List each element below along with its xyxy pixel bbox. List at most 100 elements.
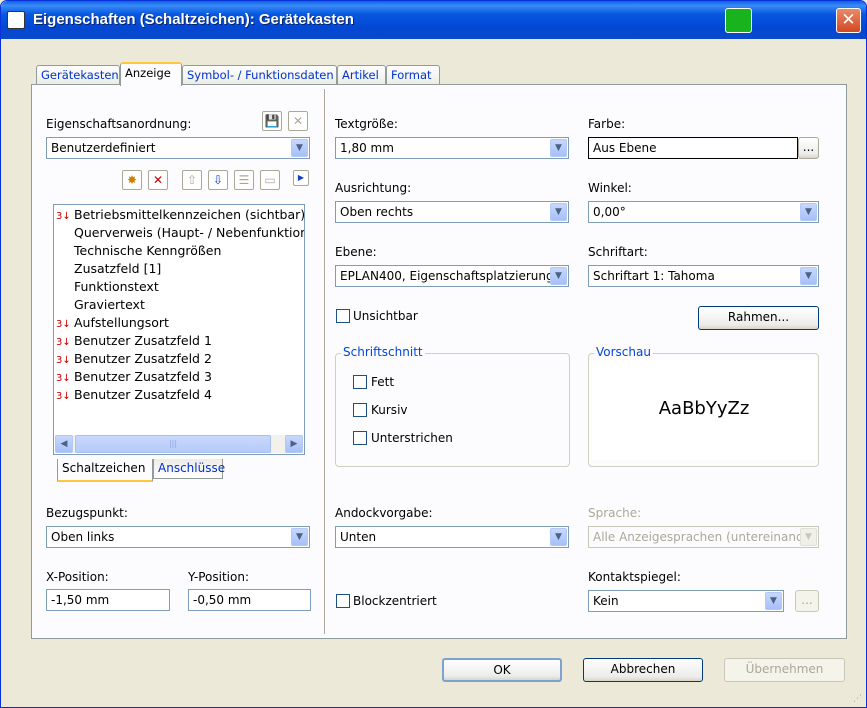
- panel-divider: [324, 89, 326, 634]
- reference-value: Oben links: [51, 530, 115, 544]
- color-field[interactable]: Aus Ebene: [588, 137, 798, 159]
- italic-checkbox[interactable]: [353, 403, 367, 417]
- angle-select[interactable]: 0,00° ▼: [588, 201, 819, 223]
- chevron-down-icon: ▼: [550, 528, 567, 546]
- tab-format[interactable]: Format: [386, 65, 440, 85]
- move-down-icon[interactable]: ⇩: [208, 170, 228, 190]
- language-select: Alle Anzeigesprachen (untereinande ▼: [588, 526, 819, 548]
- list-item[interactable]: Graviertext: [56, 297, 145, 315]
- scroll-thumb[interactable]: |||: [75, 435, 271, 453]
- horizontal-scrollbar[interactable]: ◀ ||| ▶: [55, 435, 303, 453]
- font-style-group-title: Schriftschnitt: [341, 345, 425, 359]
- textsize-select[interactable]: 1,80 mm ▼: [335, 137, 569, 159]
- language-value: Alle Anzeigesprachen (untereinande: [593, 530, 811, 544]
- scroll-left-icon[interactable]: ◀: [55, 435, 73, 453]
- tab-artikel[interactable]: Artikel: [337, 65, 386, 85]
- list-item[interactable]: Funktionstext: [56, 279, 159, 297]
- reference-label: Bezugspunkt:: [46, 506, 128, 520]
- sort-icon: 3↓: [56, 391, 71, 402]
- cancel-button[interactable]: Abbrechen: [583, 658, 703, 682]
- dock-select[interactable]: Unten ▼: [335, 526, 569, 548]
- list-item[interactable]: Zusatzfeld [1]: [56, 261, 161, 279]
- chevron-down-icon: ▼: [550, 267, 567, 285]
- y-position-input[interactable]: -0,50 mm: [188, 589, 311, 611]
- chevron-down-icon: ▼: [550, 139, 567, 157]
- contact-mirror-label: Kontaktspiegel:: [588, 570, 681, 584]
- sort-icon: 3↓: [56, 211, 71, 222]
- contact-mirror-value: Kein: [593, 594, 619, 608]
- contact-mirror-button: ...: [795, 590, 819, 612]
- angle-value: 0,00°: [593, 205, 626, 219]
- alignment-select[interactable]: Oben rechts ▼: [335, 201, 569, 223]
- arrangement-label: Eigenschaftsanordnung:: [46, 117, 192, 131]
- list-item-label: Benutzer Zusatzfeld 1: [74, 333, 212, 348]
- app-icon: [7, 11, 25, 29]
- window-title: Eigenschaften (Schaltzeichen): Gerätekas…: [33, 11, 354, 28]
- expand-arrow-icon[interactable]: ▶: [293, 170, 309, 186]
- indent-icon: ☰: [234, 170, 254, 190]
- layer-value: EPLAN400, Eigenschaftsplatzierung.E: [340, 269, 565, 283]
- preview-box: AaBbYyZz: [592, 360, 816, 460]
- color-label: Farbe:: [588, 117, 626, 131]
- font-select[interactable]: Schriftart 1: Tahoma ▼: [588, 265, 819, 287]
- chevron-down-icon: ▼: [550, 203, 567, 221]
- chevron-down-icon: ▼: [800, 267, 817, 285]
- list-item-label: Betriebsmittelkennzeichen (sichtbar): [74, 207, 305, 222]
- list-item-label: Benutzer Zusatzfeld 3: [74, 369, 212, 384]
- list-item-label: Benutzer Zusatzfeld 4: [74, 387, 212, 402]
- bold-checkbox[interactable]: [353, 375, 367, 389]
- scroll-right-icon[interactable]: ▶: [285, 435, 303, 453]
- chevron-down-icon: ▼: [800, 528, 817, 546]
- italic-label: Kursiv: [371, 403, 408, 417]
- ok-button[interactable]: OK: [442, 658, 562, 682]
- layer-select[interactable]: EPLAN400, Eigenschaftsplatzierung.E ▼: [335, 265, 569, 287]
- dock-value: Unten: [340, 530, 377, 544]
- delete-entry-icon[interactable]: ✕: [148, 170, 168, 190]
- print-icon[interactable]: [725, 8, 752, 33]
- property-list[interactable]: 3↓ Betriebsmittelkennzeichen (sichtbar) Qu…: [53, 204, 305, 455]
- resize-grip-icon[interactable]: ⋰: [853, 694, 862, 704]
- outdent-icon: ▭: [260, 170, 280, 190]
- alignment-value: Oben rechts: [340, 205, 414, 219]
- list-item[interactable]: 3↓ Benutzer Zusatzfeld 3: [56, 369, 212, 387]
- sort-icon: 3↓: [56, 373, 71, 384]
- list-item[interactable]: 3↓ Benutzer Zusatzfeld 2: [56, 351, 212, 369]
- x-position-input[interactable]: -1,50 mm: [46, 589, 170, 611]
- invisible-checkbox[interactable]: [336, 309, 350, 323]
- arrangement-value: Benutzerdefiniert: [51, 141, 156, 155]
- chevron-down-icon: ▼: [291, 139, 308, 157]
- arrangement-select[interactable]: Benutzerdefiniert ▼: [46, 137, 310, 159]
- tab-symbol-funktionsdaten[interactable]: Symbol- / Funktionsdaten: [182, 65, 337, 85]
- preview-text: AaBbYyZz: [658, 398, 750, 419]
- tab-anzeige[interactable]: Anzeige: [120, 62, 182, 86]
- list-item[interactable]: 3↓ Benutzer Zusatzfeld 4: [56, 387, 212, 405]
- color-picker-button[interactable]: ...: [798, 137, 819, 159]
- list-item[interactable]: 3↓ Aufstellungsort: [56, 315, 169, 333]
- list-item[interactable]: Querverweis (Haupt- / Nebenfunktion): [56, 225, 304, 243]
- underline-label: Unterstrichen: [371, 431, 453, 445]
- reference-select[interactable]: Oben links ▼: [46, 526, 310, 548]
- dock-label: Andockvorgabe:: [335, 506, 433, 520]
- delete-scheme-icon: ✕: [288, 111, 308, 131]
- new-entry-icon[interactable]: ✸: [122, 170, 142, 190]
- list-item-label: Aufstellungsort: [74, 315, 169, 330]
- blockcenter-checkbox[interactable]: [336, 594, 350, 608]
- close-button[interactable]: ✕: [836, 8, 861, 33]
- tab-anschluesse[interactable]: Anschlüsse: [153, 459, 225, 479]
- frame-button[interactable]: Rahmen...: [698, 306, 819, 330]
- contact-mirror-select[interactable]: Kein ▼: [588, 590, 784, 612]
- list-item[interactable]: 3↓ Betriebsmittelkennzeichen (sichtbar): [56, 207, 305, 225]
- list-item[interactable]: Technische Kenngrößen: [56, 243, 221, 261]
- sort-icon: 3↓: [56, 337, 71, 348]
- underline-checkbox[interactable]: [353, 431, 367, 445]
- title-bar[interactable]: Eigenschaften (Schaltzeichen): Gerätekas…: [1, 1, 866, 39]
- save-icon[interactable]: 💾: [262, 111, 282, 131]
- list-item[interactable]: 3↓ Benutzer Zusatzfeld 1: [56, 333, 212, 351]
- angle-label: Winkel:: [588, 181, 632, 195]
- list-item-label: Benutzer Zusatzfeld 2: [74, 351, 212, 366]
- chevron-down-icon: ▼: [800, 203, 817, 221]
- tab-geraetekasten[interactable]: Gerätekasten: [36, 65, 120, 85]
- blockcenter-label: Blockzentriert: [353, 594, 437, 608]
- y-position-label: Y-Position:: [188, 570, 250, 584]
- tab-schaltzeichen[interactable]: Schaltzeichen: [57, 459, 153, 482]
